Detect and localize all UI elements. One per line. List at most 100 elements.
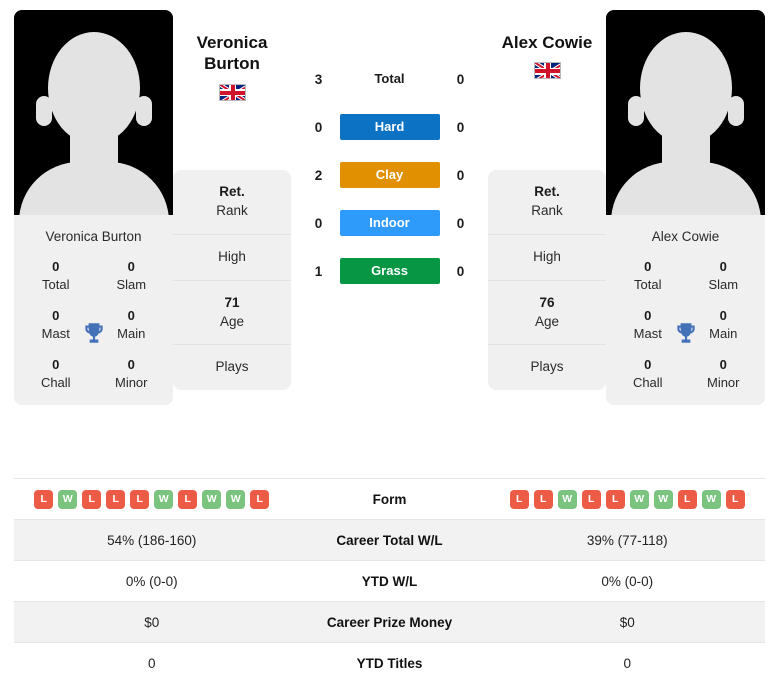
form-badge-l[interactable]: L: [677, 489, 697, 509]
h2h-right-score: 0: [456, 71, 465, 87]
info-row-plays: Plays: [173, 345, 291, 390]
player-right-titles-grid: 0 Total 0 Slam 0 Mast 0 Main 0 Chall 0 M…: [606, 258, 765, 405]
h2h-surface-chip-hard[interactable]: Hard: [339, 114, 440, 140]
title-cell: 0 Minor: [94, 356, 170, 391]
form-badge-l[interactable]: L: [130, 489, 150, 509]
title-label: Chall: [632, 374, 663, 390]
title-cell: 0 Total: [18, 258, 94, 293]
info-value: 71: [224, 294, 240, 310]
form-badge-l[interactable]: L: [509, 489, 529, 509]
title-label: Total: [634, 276, 662, 292]
title-cell: 0 Chall: [18, 356, 94, 391]
title-value: 0: [719, 357, 727, 373]
trophy-icon: [676, 322, 695, 343]
title-cell: 0 Total: [610, 258, 686, 293]
info-row-high: High: [488, 235, 606, 281]
form-badge-l[interactable]: L: [82, 489, 102, 509]
info-label: High: [533, 248, 561, 264]
form-badge-l[interactable]: L: [34, 489, 54, 509]
info-value: Ret.: [219, 184, 245, 199]
ytd-titles-left: 0: [147, 655, 156, 671]
title-value: 0: [52, 357, 60, 373]
player-right-info-card: Ret. Rank High 76 Age Plays: [488, 170, 606, 391]
form-badge-w[interactable]: W: [154, 489, 174, 509]
title-value: 0: [644, 357, 652, 373]
info-label: High: [218, 248, 246, 264]
stat-row-ytd-wl: 0% (0-0) YTD W/L 0% (0-0): [14, 560, 765, 601]
info-value: 76: [539, 294, 555, 310]
form-badge-l[interactable]: L: [178, 489, 198, 509]
info-row-plays: Plays: [488, 345, 606, 390]
form-badge-l[interactable]: L: [725, 489, 745, 509]
player-right-photo-card[interactable]: Alex Cowie 0 Total 0 Slam 0 Mast 0 Main: [606, 10, 765, 406]
player-left-photo-name: Veronica Burton: [45, 229, 142, 244]
h2h-surface-chip-clay[interactable]: Clay: [339, 162, 440, 188]
title-cell: 0 Slam: [94, 258, 170, 293]
form-badge-w[interactable]: W: [653, 489, 673, 509]
h2h-left-score: 0: [314, 215, 323, 231]
title-label: Minor: [706, 374, 740, 390]
avatar-ear-right: [135, 96, 152, 126]
player-left-name: Veronica Burton: [173, 10, 291, 75]
stat-label-career-prize-money: Career Prize Money: [326, 614, 453, 630]
form-badge-list-left: LWLLLWLWWL: [14, 489, 290, 509]
title-value: 0: [52, 259, 60, 274]
player-left-photo-card[interactable]: Veronica Burton 0 Total 0 Slam 0 Mast 0 …: [14, 10, 173, 406]
form-badge-l[interactable]: L: [250, 489, 270, 509]
h2h-row-hard: 0 Hard 0: [291, 114, 488, 140]
player-left-detail-column: Veronica Burton Ret. Rank High 71 Age Pl…: [173, 10, 291, 391]
player-left-name-line1: Veronica: [196, 33, 268, 52]
h2h-left-score: 1: [314, 263, 323, 279]
h2h-right-score: 0: [456, 167, 465, 183]
form-badge-w[interactable]: W: [202, 489, 222, 509]
info-label: Rank: [216, 202, 248, 218]
form-badge-w[interactable]: W: [701, 489, 721, 509]
player-left-avatar: [14, 10, 173, 215]
info-label: Rank: [531, 202, 563, 218]
h2h-surface-chip-indoor[interactable]: Indoor: [339, 210, 440, 236]
h2h-surface-chip-grass[interactable]: Grass: [339, 258, 440, 284]
player-left-name-block: Veronica Burton: [173, 10, 291, 101]
form-badge-w[interactable]: W: [58, 489, 78, 509]
career-prize-money-right: $0: [619, 614, 635, 630]
ytd-wl-right: 0% (0-0): [601, 573, 654, 589]
stat-label-ytd-wl: YTD W/L: [361, 573, 418, 589]
player-left-name-line2: Burton: [204, 54, 260, 74]
title-value: 0: [644, 259, 652, 274]
player-right-photo-name: Alex Cowie: [651, 229, 720, 244]
career-total-wl-right: 39% (77-118): [586, 532, 668, 548]
career-total-wl-left: 54% (186-160): [107, 532, 197, 548]
form-badge-w[interactable]: W: [226, 489, 246, 509]
title-label: Slam: [116, 276, 147, 292]
form-badge-l[interactable]: L: [605, 489, 625, 509]
info-label: Plays: [215, 359, 249, 375]
form-badge-w[interactable]: W: [629, 489, 649, 509]
form-badge-l[interactable]: L: [533, 489, 553, 509]
career-prize-money-left: $0: [144, 614, 160, 630]
stat-label-ytd-titles: YTD Titles: [356, 655, 423, 671]
form-badge-list-right: LLWLLWWLWL: [490, 489, 766, 509]
player-right-name: Alex Cowie: [501, 33, 593, 52]
ytd-wl-left: 0% (0-0): [125, 573, 178, 589]
info-row-rank: Ret. Rank: [488, 170, 606, 235]
title-cell: 0 Slam: [686, 258, 762, 293]
stat-row-career-prize-money: $0 Career Prize Money $0: [14, 601, 765, 642]
h2h-surface-label: Total: [374, 71, 405, 86]
info-label: Plays: [530, 359, 564, 375]
form-badge-l[interactable]: L: [581, 489, 601, 509]
info-value: Ret.: [534, 184, 560, 199]
h2h-row-grass: 1 Grass 0: [291, 258, 488, 284]
stat-label-form: Form: [372, 491, 407, 507]
h2h-left-score: 2: [314, 167, 323, 183]
h2h-left-score: 3: [314, 71, 323, 87]
ytd-titles-right: 0: [623, 655, 631, 671]
h2h-comparison-page: Veronica Burton 0 Total 0 Slam 0 Mast 0 …: [0, 0, 779, 699]
form-badge-w[interactable]: W: [557, 489, 577, 509]
player-right-detail-column: Alex Cowie Ret. Rank High 76 Age Plays: [488, 10, 606, 391]
form-badge-l[interactable]: L: [106, 489, 126, 509]
title-label: Chall: [40, 374, 71, 390]
stat-row-form: LWLLLWLWWL Form LLWLLWWLWL: [14, 478, 765, 519]
avatar-shoulders: [18, 162, 169, 215]
stat-row-ytd-titles: 0 YTD Titles 0: [14, 642, 765, 683]
player-left-titles-grid: 0 Total 0 Slam 0 Mast 0 Main 0 Chall 0 M…: [14, 258, 173, 405]
